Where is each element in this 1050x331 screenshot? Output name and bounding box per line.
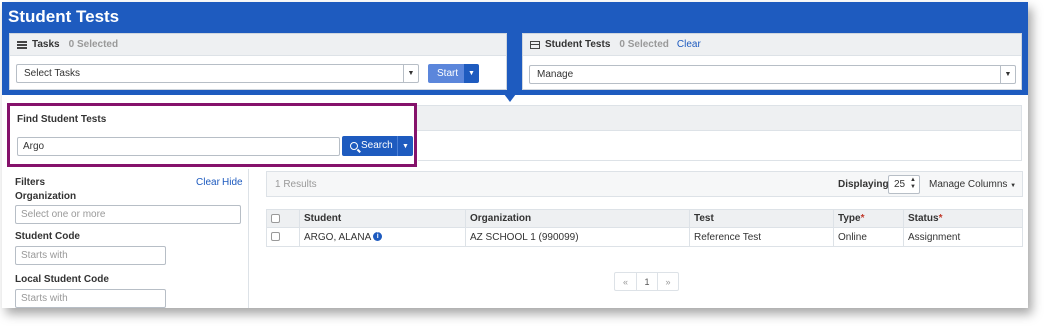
- local-student-code-label: Local Student Code: [15, 274, 109, 285]
- tasks-title: Tasks: [32, 39, 60, 50]
- col-student[interactable]: Student: [299, 209, 466, 228]
- student-tests-clear-link[interactable]: Clear: [677, 39, 701, 50]
- search-input[interactable]: Argo: [17, 137, 340, 156]
- find-title: Find Student Tests: [17, 114, 107, 125]
- row-checkbox[interactable]: [271, 232, 280, 242]
- filters-clear-link[interactable]: Clear: [196, 177, 220, 188]
- tasks-select[interactable]: Select Tasks ▼: [16, 64, 419, 83]
- local-student-code-field[interactable]: Starts with: [15, 289, 166, 308]
- cell-type: Online: [833, 227, 904, 247]
- panel-pointer: [504, 94, 516, 102]
- start-dropdown-button[interactable]: ▼: [464, 64, 479, 83]
- col-test[interactable]: Test: [689, 209, 834, 228]
- prev-page-button[interactable]: «: [615, 273, 636, 290]
- search-icon: [350, 142, 358, 150]
- col-type-label: Type: [838, 213, 861, 224]
- tasks-select-value: Select Tasks: [24, 68, 80, 79]
- required-mark: *: [860, 213, 865, 224]
- table-header-row: Student Organization Test Type* Status*: [266, 209, 1023, 228]
- select-all-cell: [266, 209, 300, 228]
- cell-status: Assignment: [903, 227, 1023, 247]
- manage-columns-label: Manage Columns: [929, 179, 1008, 190]
- filters-title: Filters: [15, 177, 46, 188]
- col-type[interactable]: Type*: [833, 209, 904, 228]
- manage-columns-button[interactable]: Manage Columns ▼: [929, 179, 1016, 190]
- col-organization[interactable]: Organization: [465, 209, 690, 228]
- filters-hide-link[interactable]: Hide: [222, 177, 243, 188]
- start-button[interactable]: Start: [428, 64, 468, 83]
- next-page-button[interactable]: »: [657, 273, 678, 290]
- search-button-label: Search: [361, 140, 393, 151]
- page-size-value: 25: [894, 179, 906, 190]
- spinner-arrows-icon: ▲ ▼: [910, 177, 916, 190]
- chevron-down-icon: ▼: [1000, 66, 1015, 83]
- chevron-down-icon: ▼: [403, 65, 418, 82]
- cell-student: ARGO, ALANA i: [299, 227, 466, 247]
- caret-down-icon: ▼: [1010, 183, 1017, 189]
- sidebar-divider: [248, 169, 249, 308]
- student-code-field[interactable]: Starts with: [15, 246, 166, 265]
- page-size-select[interactable]: 25 ▲ ▼: [888, 175, 920, 194]
- results-table: Student Organization Test Type* Status* …: [266, 209, 1023, 247]
- search-button[interactable]: Search: [342, 136, 397, 156]
- cell-test: Reference Test: [689, 227, 834, 247]
- page-1-button[interactable]: 1: [636, 273, 657, 290]
- displaying-label: Displaying: [838, 179, 889, 190]
- required-mark: *: [938, 213, 943, 224]
- student-tests-panel-header: Student Tests 0 Selected Clear: [523, 34, 1021, 56]
- tasks-panel-header: Tasks 0 Selected: [10, 34, 506, 56]
- cell-organization: AZ SCHOOL 1 (990099): [465, 227, 690, 247]
- info-icon[interactable]: i: [373, 232, 383, 242]
- find-band-body: [418, 131, 1022, 161]
- list-icon: [17, 40, 27, 49]
- organization-field[interactable]: Select one or more: [15, 205, 241, 224]
- col-status[interactable]: Status*: [903, 209, 1023, 228]
- row-select-cell: [266, 227, 300, 247]
- student-tests-panel: Student Tests 0 Selected Clear Manage ▼: [522, 33, 1022, 90]
- page-title: Student Tests: [8, 7, 120, 26]
- search-dropdown-button[interactable]: ▼: [397, 136, 413, 156]
- student-tests-selected-count: 0 Selected: [619, 39, 669, 50]
- tasks-selected-count: 0 Selected: [68, 39, 119, 50]
- manage-select-value: Manage: [537, 69, 574, 80]
- student-code-label: Student Code: [15, 231, 80, 242]
- select-all-checkbox[interactable]: [271, 213, 280, 223]
- find-student-tests-section: Find Student Tests Argo Search ▼: [7, 103, 417, 167]
- results-count: 1 Results: [275, 179, 317, 190]
- student-tests-title: Student Tests: [545, 39, 611, 50]
- tasks-panel: Tasks 0 Selected Select Tasks ▼ Start ▼: [9, 33, 507, 90]
- pagination: « 1 »: [614, 272, 679, 291]
- app-window: Student Tests Tasks 0 Selected Select Ta…: [2, 2, 1028, 308]
- col-status-label: Status: [908, 213, 939, 224]
- header-bar: Student Tests Tasks 0 Selected Select Ta…: [2, 2, 1028, 95]
- manage-select[interactable]: Manage ▼: [529, 65, 1016, 84]
- results-toolbar: 1 Results Displaying 25 ▲ ▼ Manage Column…: [266, 171, 1023, 197]
- table-row[interactable]: ARGO, ALANA i AZ SCHOOL 1 (990099) Refere…: [266, 227, 1023, 247]
- table-icon: [530, 40, 540, 49]
- student-name[interactable]: ARGO, ALANA: [304, 232, 371, 243]
- organization-label: Organization: [15, 191, 77, 202]
